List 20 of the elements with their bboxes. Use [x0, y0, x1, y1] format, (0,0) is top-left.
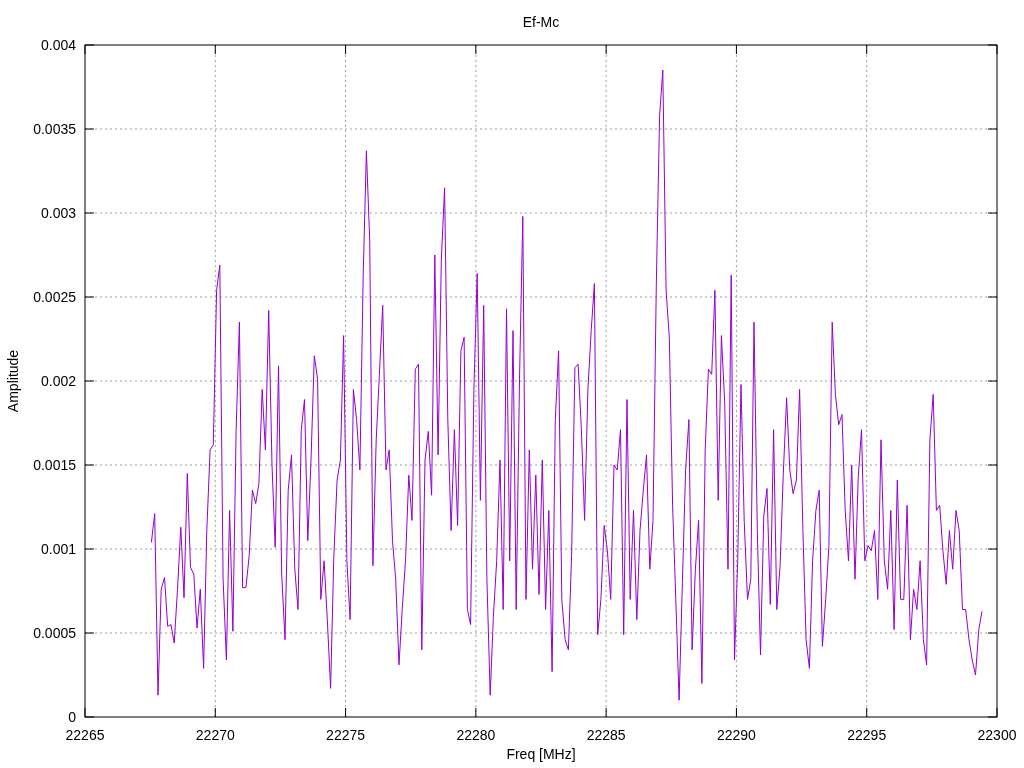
tick-label: 0.0035: [33, 121, 76, 137]
tick-label: 22300: [977, 727, 1017, 743]
tick-label: 0.0015: [33, 457, 76, 473]
x-axis-label: Freq [MHz]: [506, 746, 576, 762]
tick-label: 22275: [326, 727, 366, 743]
tick-label: 22280: [456, 727, 496, 743]
tick-label: 22295: [847, 727, 887, 743]
tick-label: 22290: [716, 727, 756, 743]
tick-label: 0: [68, 709, 76, 725]
tick-label: 0.004: [40, 37, 76, 53]
chart-title: Ef-Mc: [522, 14, 560, 30]
tick-label: 0.001: [40, 541, 76, 557]
tick-label: 22285: [586, 727, 626, 743]
tick-label: 22265: [65, 727, 105, 743]
tick-label: 22270: [195, 727, 235, 743]
y-axis-label: Amplitude: [5, 349, 21, 413]
tick-label: 0.0005: [33, 625, 76, 641]
tick-label: 0.0025: [33, 289, 76, 305]
tick-label: 0.003: [40, 205, 76, 221]
tick-label: 0.002: [40, 373, 76, 389]
